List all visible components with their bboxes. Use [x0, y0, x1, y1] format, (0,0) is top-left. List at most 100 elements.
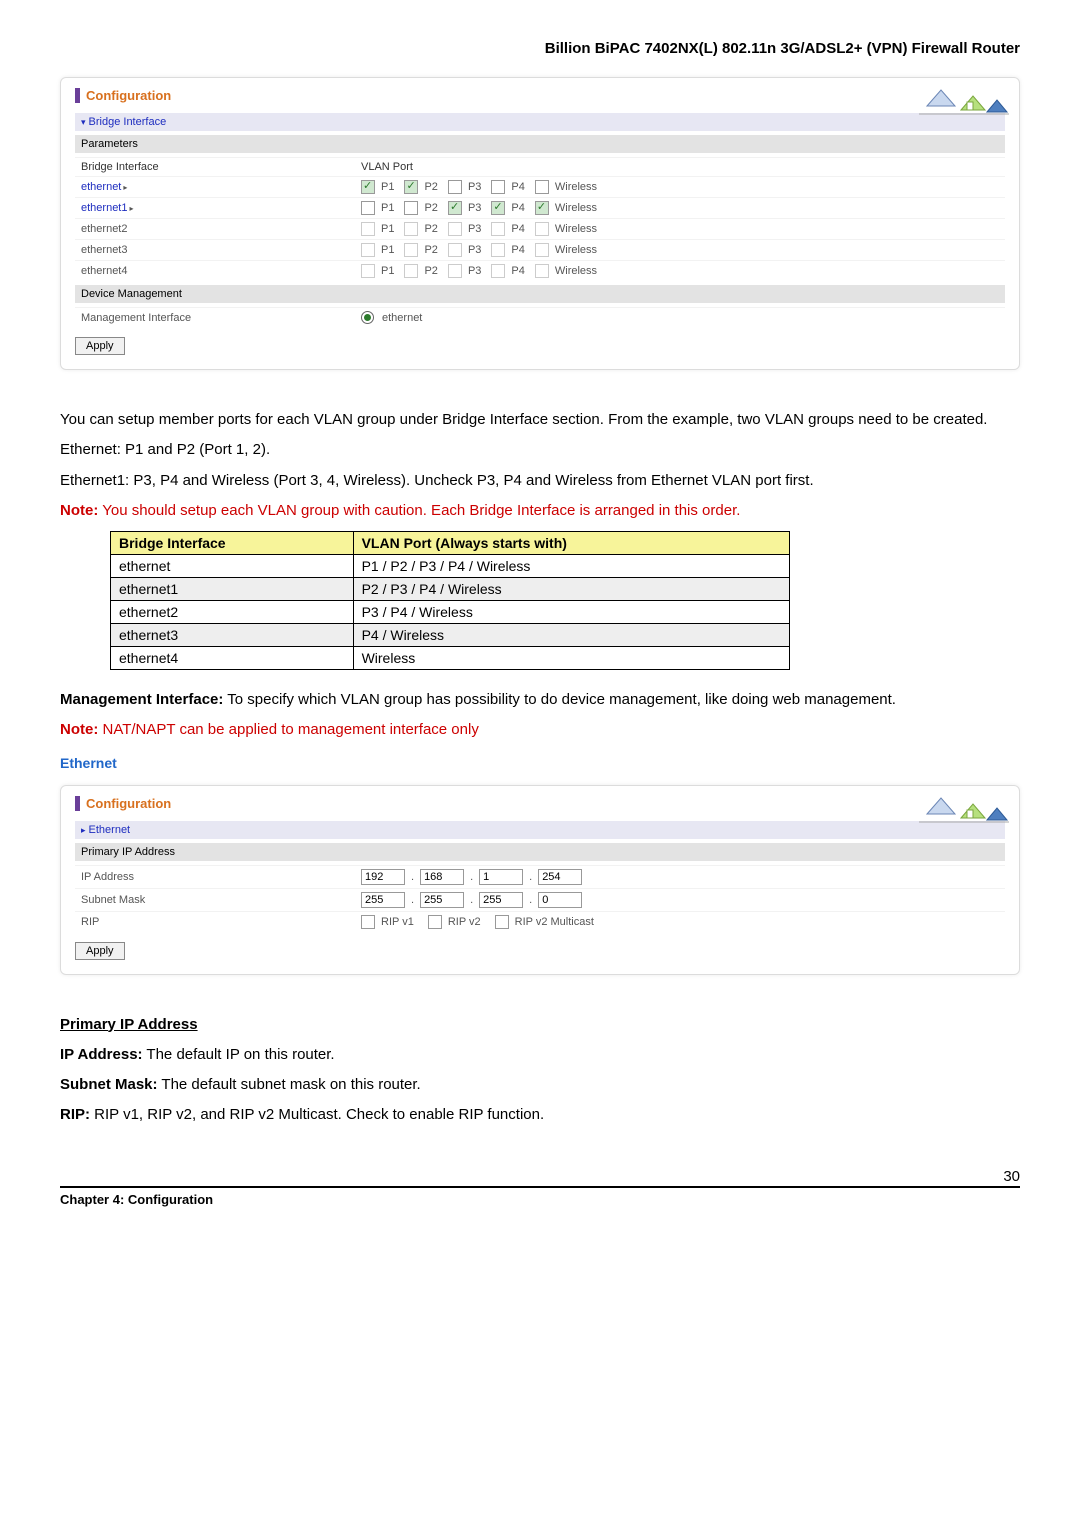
- section-bridge-interface: ▾Bridge Interface: [75, 113, 1005, 131]
- section-primary-ip: Primary IP Address: [75, 843, 1005, 861]
- vlan-port-label: P2: [424, 223, 437, 235]
- vlan-port-label: Wireless: [555, 244, 597, 256]
- table-row: ethernet2P3 / P4 / Wireless: [111, 601, 790, 624]
- vlan-port-label: Wireless: [555, 202, 597, 214]
- paragraph: You can setup member ports for each VLAN…: [60, 410, 1020, 430]
- vlan-port-label: Wireless: [555, 181, 597, 193]
- vlan-port-checkbox[interactable]: [448, 201, 462, 215]
- vlan-port-checkbox[interactable]: [361, 264, 375, 278]
- paragraph: RIP: RIP v1, RIP v2, and RIP v2 Multicas…: [60, 1105, 1020, 1125]
- note: Note: NAT/NAPT can be applied to managem…: [60, 720, 1020, 740]
- subnet-mask-octet-4[interactable]: [538, 892, 582, 908]
- vlan-port-label: P4: [511, 244, 524, 256]
- bridge-interface-name: ethernet2: [81, 223, 361, 235]
- rip-checkbox[interactable]: [428, 915, 442, 929]
- apply-button[interactable]: Apply: [75, 942, 125, 960]
- ip-address-octet-1[interactable]: [361, 869, 405, 885]
- vlan-port-checkbox[interactable]: [404, 264, 418, 278]
- subnet-mask-octet-2[interactable]: [420, 892, 464, 908]
- vlan-port-checkbox[interactable]: [361, 243, 375, 257]
- panel-title: Configuration: [75, 88, 1005, 103]
- subnet-mask-octet-1[interactable]: [361, 892, 405, 908]
- vlan-port-checkbox[interactable]: [491, 180, 505, 194]
- paragraph: IP Address: The default IP on this route…: [60, 1045, 1020, 1065]
- bridge-interface-name[interactable]: ethernet1▸: [81, 202, 361, 214]
- rip-checkbox[interactable]: [495, 915, 509, 929]
- paragraph: Subnet Mask: The default subnet mask on …: [60, 1075, 1020, 1095]
- table-row: ethernetP1 / P2 / P3 / P4 / Wireless: [111, 555, 790, 578]
- vlan-port-label: P4: [511, 202, 524, 214]
- bridge-interface-name: ethernet4: [81, 265, 361, 277]
- vlan-port-label: P2: [424, 202, 437, 214]
- vlan-port-checkbox[interactable]: [448, 222, 462, 236]
- mgmt-radio-ethernet[interactable]: [361, 311, 374, 324]
- vlan-port-checkbox[interactable]: [535, 243, 549, 257]
- table-header: Bridge Interface VLAN Port: [75, 157, 1005, 176]
- ethernet-panel: Configuration ▸Ethernet Primary IP Addre…: [60, 785, 1020, 975]
- panel-title: Configuration: [75, 796, 1005, 811]
- ethernet-heading: Ethernet: [60, 755, 1020, 771]
- bridge-interface-name[interactable]: ethernet▸: [81, 181, 361, 193]
- vlan-port-label: P1: [381, 223, 394, 235]
- table-row: ethernet1P2 / P3 / P4 / Wireless: [111, 578, 790, 601]
- vlan-port-checkbox[interactable]: [361, 180, 375, 194]
- vlan-port-checkbox[interactable]: [361, 201, 375, 215]
- rip-label: RIP v2 Multicast: [515, 916, 594, 928]
- vlan-port-label: P1: [381, 181, 394, 193]
- rip-label: RIP v1: [381, 916, 414, 928]
- vlan-port-label: P4: [511, 265, 524, 277]
- rip-checkbox[interactable]: [361, 915, 375, 929]
- vlan-port-checkbox[interactable]: [491, 201, 505, 215]
- vlan-port-label: P2: [424, 265, 437, 277]
- table-row: ethernet4Wireless: [111, 647, 790, 670]
- ip-address-octet-2[interactable]: [420, 869, 464, 885]
- bridge-vlan-table: Bridge Interface VLAN Port (Always start…: [110, 531, 790, 670]
- bridge-interface-name: ethernet3: [81, 244, 361, 256]
- vlan-port-label: P1: [381, 265, 394, 277]
- vlan-port-checkbox[interactable]: [404, 243, 418, 257]
- vlan-port-checkbox[interactable]: [361, 222, 375, 236]
- note: Note: You should setup each VLAN group w…: [60, 501, 1020, 521]
- table-row: ethernet2P1P2P3P4Wireless: [75, 218, 1005, 239]
- vlan-port-checkbox[interactable]: [491, 264, 505, 278]
- vlan-port-checkbox[interactable]: [491, 243, 505, 257]
- vlan-port-checkbox[interactable]: [404, 201, 418, 215]
- vlan-port-label: P2: [424, 244, 437, 256]
- vlan-port-label: Wireless: [555, 265, 597, 277]
- paragraph: Management Interface: To specify which V…: [60, 690, 1020, 710]
- table-row: ethernet1▸ P1 P2 P3 P4 Wireless: [75, 197, 1005, 218]
- vlan-port-label: P3: [468, 265, 481, 277]
- ip-address-octet-3[interactable]: [479, 869, 523, 885]
- vlan-port-checkbox[interactable]: [404, 180, 418, 194]
- rip-row: RIP RIP v1RIP v2RIP v2 Multicast: [75, 911, 1005, 932]
- table-row: ethernet3P4 / Wireless: [111, 624, 790, 647]
- vlan-port-checkbox[interactable]: [491, 222, 505, 236]
- house-icon: [919, 84, 1009, 119]
- vlan-port-checkbox[interactable]: [535, 222, 549, 236]
- vlan-port-checkbox[interactable]: [448, 243, 462, 257]
- vlan-port-checkbox[interactable]: [535, 180, 549, 194]
- management-interface-row: Management Interface ethernet: [75, 307, 1005, 327]
- apply-button[interactable]: Apply: [75, 337, 125, 355]
- vlan-port-checkbox[interactable]: [535, 264, 549, 278]
- rip-label: RIP v2: [448, 916, 481, 928]
- section-parameters: Parameters: [75, 135, 1005, 153]
- vlan-port-label: P3: [468, 181, 481, 193]
- bridge-interface-panel: Configuration ▾Bridge Interface Paramete…: [60, 77, 1020, 370]
- paragraph: Ethernet1: P3, P4 and Wireless (Port 3, …: [60, 471, 1020, 491]
- paragraph: Ethernet: P1 and P2 (Port 1, 2).: [60, 440, 1020, 460]
- vlan-port-label: P1: [381, 244, 394, 256]
- table-row: ethernet4 P1 P2 P3 P4 Wireless: [75, 260, 1005, 281]
- vlan-port-label: P4: [511, 181, 524, 193]
- vlan-port-checkbox[interactable]: [448, 264, 462, 278]
- vlan-port-label: P2: [424, 181, 437, 193]
- vlan-port-label: P3: [468, 202, 481, 214]
- house-icon: [919, 792, 1009, 827]
- vlan-port-checkbox[interactable]: [535, 201, 549, 215]
- ip-address-octet-4[interactable]: [538, 869, 582, 885]
- vlan-port-label: P1: [381, 202, 394, 214]
- vlan-port-checkbox[interactable]: [448, 180, 462, 194]
- subnet-mask-octet-3[interactable]: [479, 892, 523, 908]
- vlan-port-checkbox[interactable]: [404, 222, 418, 236]
- subnet-mask-row: Subnet Mask ...: [75, 888, 1005, 911]
